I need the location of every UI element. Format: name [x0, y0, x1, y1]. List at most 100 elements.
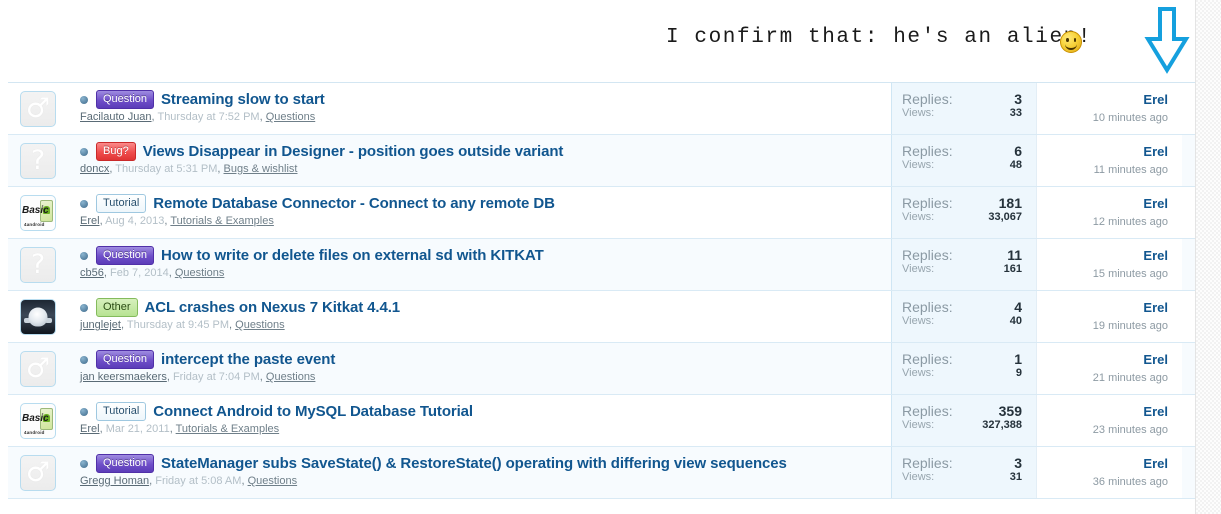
last-post-user-link[interactable]: Erel: [1143, 456, 1168, 471]
views-value: 161: [1003, 263, 1022, 275]
last-post-time[interactable]: 23 minutes ago: [1037, 424, 1168, 436]
thread-title-link[interactable]: How to write or delete files on external…: [161, 247, 544, 264]
thread-stats-cell: Replies: 1 Views: 9: [891, 343, 1036, 394]
thread-prefix-badge[interactable]: Question: [96, 90, 155, 109]
last-post-user-link[interactable]: Erel: [1143, 144, 1168, 159]
thread-title-link[interactable]: ACL crashes on Nexus 7 Kitkat 4.4.1: [145, 299, 401, 316]
replies-value: 11: [1007, 247, 1022, 263]
last-post-time[interactable]: 36 minutes ago: [1037, 476, 1168, 488]
table-row[interactable]: Basic 4android Tutorial Connect Android to …: [8, 395, 1196, 447]
table-row[interactable]: Other ACL crashes on Nexus 7 Kitkat 4.4.1…: [8, 291, 1196, 343]
male-symbol-avatar[interactable]: ♂: [20, 350, 56, 387]
table-row[interactable]: Basic 4android Tutorial Remote Database Con…: [8, 187, 1196, 239]
replies-stat: Replies: 181: [902, 195, 1022, 211]
thread-forum-link[interactable]: Bugs & wishlist: [224, 163, 298, 175]
unread-status-icon: [80, 407, 88, 416]
table-row[interactable]: ♂ Question StateManager subs SaveState() &…: [8, 447, 1196, 499]
thread-forum-link[interactable]: Questions: [266, 111, 316, 123]
thread-prefix-badge[interactable]: Question: [96, 454, 155, 473]
avatar-cell: [8, 291, 68, 342]
table-row[interactable]: ? Question How to write or delete files on…: [8, 239, 1196, 291]
views-stat: Views: 33,067: [902, 211, 1022, 223]
last-post-time[interactable]: 21 minutes ago: [1037, 372, 1168, 384]
unread-status-icon: [80, 459, 88, 468]
male-symbol-avatar[interactable]: ♂: [20, 90, 56, 127]
replies-value: 6: [1014, 143, 1022, 159]
thread-prefix-badge[interactable]: Question: [96, 350, 155, 369]
thread-author-link[interactable]: junglejet: [80, 319, 121, 331]
last-post-time[interactable]: 12 minutes ago: [1037, 216, 1168, 228]
thread-prefix-badge[interactable]: Tutorial: [96, 194, 147, 213]
basic4android-logo-avatar[interactable]: Basic 4android: [20, 402, 56, 439]
views-stat: Views: 161: [902, 263, 1022, 275]
views-stat: Views: 40: [902, 315, 1022, 327]
last-post-cell: Erel 21 minutes ago: [1036, 343, 1182, 394]
thread-title-link[interactable]: Connect Android to MySQL Database Tutori…: [153, 403, 473, 420]
thread-author-link[interactable]: cb56: [80, 267, 104, 279]
replies-stat: Replies: 3: [902, 91, 1022, 107]
table-row[interactable]: ♂ Question Streaming slow to start Facilaut…: [8, 83, 1196, 135]
last-post-cell: Erel 36 minutes ago: [1036, 447, 1182, 498]
thread-prefix-badge[interactable]: Tutorial: [96, 402, 147, 421]
last-post-user-link[interactable]: Erel: [1143, 300, 1168, 315]
male-symbol-avatar[interactable]: ♂: [20, 454, 56, 491]
basic4android-logo-avatar[interactable]: Basic 4android: [20, 194, 56, 231]
thread-title-link[interactable]: Streaming slow to start: [161, 91, 325, 108]
thread-forum-link[interactable]: Questions: [266, 371, 316, 383]
thread-meta: Erel, Mar 21, 2011, Tutorials & Examples: [80, 423, 891, 435]
thread-prefix-badge[interactable]: Bug?: [96, 142, 136, 161]
thread-forum-link[interactable]: Questions: [248, 475, 298, 487]
last-post-time[interactable]: 10 minutes ago: [1037, 112, 1168, 124]
replies-stat: Replies: 11: [902, 247, 1022, 263]
thread-author-link[interactable]: Erel: [80, 423, 100, 435]
thread-title-cell: Question intercept the paste event jan kee…: [68, 343, 891, 394]
thread-meta: Erel, Aug 4, 2013, Tutorials & Examples: [80, 215, 891, 227]
annotation-header: I confirm that: he's an alien!: [0, 0, 1221, 78]
thread-author-link[interactable]: Gregg Homan: [80, 475, 149, 487]
thread-date: Thursday at 9:45 PM: [126, 319, 230, 331]
thread-prefix-badge[interactable]: Other: [96, 298, 138, 317]
thread-forum-link[interactable]: Tutorials & Examples: [176, 423, 280, 435]
thread-forum-link[interactable]: Tutorials & Examples: [170, 215, 274, 227]
last-post-time[interactable]: 19 minutes ago: [1037, 320, 1168, 332]
thread-title-link[interactable]: Views Disappear in Designer - position g…: [143, 143, 564, 160]
unread-status-icon: [80, 303, 88, 312]
thread-title-cell: Bug? Views Disappear in Designer - positi…: [68, 135, 891, 186]
question-mark-avatar[interactable]: ?: [20, 246, 56, 283]
thread-title-link[interactable]: Remote Database Connector - Connect to a…: [153, 195, 555, 212]
row-end-padding: [1182, 343, 1196, 394]
last-post-user-link[interactable]: Erel: [1143, 352, 1168, 367]
jet-photo-avatar[interactable]: [20, 298, 56, 335]
views-value: 40: [1009, 315, 1022, 327]
last-post-user-link[interactable]: Erel: [1143, 404, 1168, 419]
table-row[interactable]: ? Bug? Views Disappear in Designer - posit…: [8, 135, 1196, 187]
replies-label: Replies:: [902, 195, 953, 211]
table-row[interactable]: ♂ Question intercept the paste event jan ke…: [8, 343, 1196, 395]
thread-title-link[interactable]: intercept the paste event: [161, 351, 335, 368]
views-value: 9: [1015, 367, 1022, 379]
question-mark-avatar[interactable]: ?: [20, 142, 56, 179]
thread-date: Friday at 7:04 PM: [172, 371, 260, 383]
row-end-padding: [1182, 239, 1196, 290]
replies-value: 3: [1014, 455, 1022, 471]
thread-author-link[interactable]: Erel: [80, 215, 100, 227]
thread-author-link[interactable]: Facilauto Juan: [80, 111, 152, 123]
thread-title-cell: Tutorial Remote Database Connector - Conn…: [68, 187, 891, 238]
views-stat: Views: 31: [902, 471, 1022, 483]
thread-forum-link[interactable]: Questions: [175, 267, 225, 279]
thread-meta: Gregg Homan, Friday at 5:08 AM, Question…: [80, 475, 891, 487]
thread-author-link[interactable]: jan keersmaekers: [80, 371, 167, 383]
thread-title-link[interactable]: StateManager subs SaveState() & RestoreS…: [161, 455, 787, 472]
last-post-user-link[interactable]: Erel: [1143, 196, 1168, 211]
last-post-user-link[interactable]: Erel: [1143, 248, 1168, 263]
last-post-time[interactable]: 11 minutes ago: [1037, 164, 1168, 176]
thread-forum-link[interactable]: Questions: [235, 319, 285, 331]
last-post-time[interactable]: 15 minutes ago: [1037, 268, 1168, 280]
views-stat: Views: 33: [902, 107, 1022, 119]
thread-meta: junglejet, Thursday at 9:45 PM, Question…: [80, 319, 891, 331]
last-post-user-link[interactable]: Erel: [1143, 92, 1168, 107]
thread-prefix-badge[interactable]: Question: [96, 246, 155, 265]
avatar-cell: ?: [8, 135, 68, 186]
thread-author-link[interactable]: doncx: [80, 163, 109, 175]
views-value: 33,067: [988, 211, 1022, 223]
